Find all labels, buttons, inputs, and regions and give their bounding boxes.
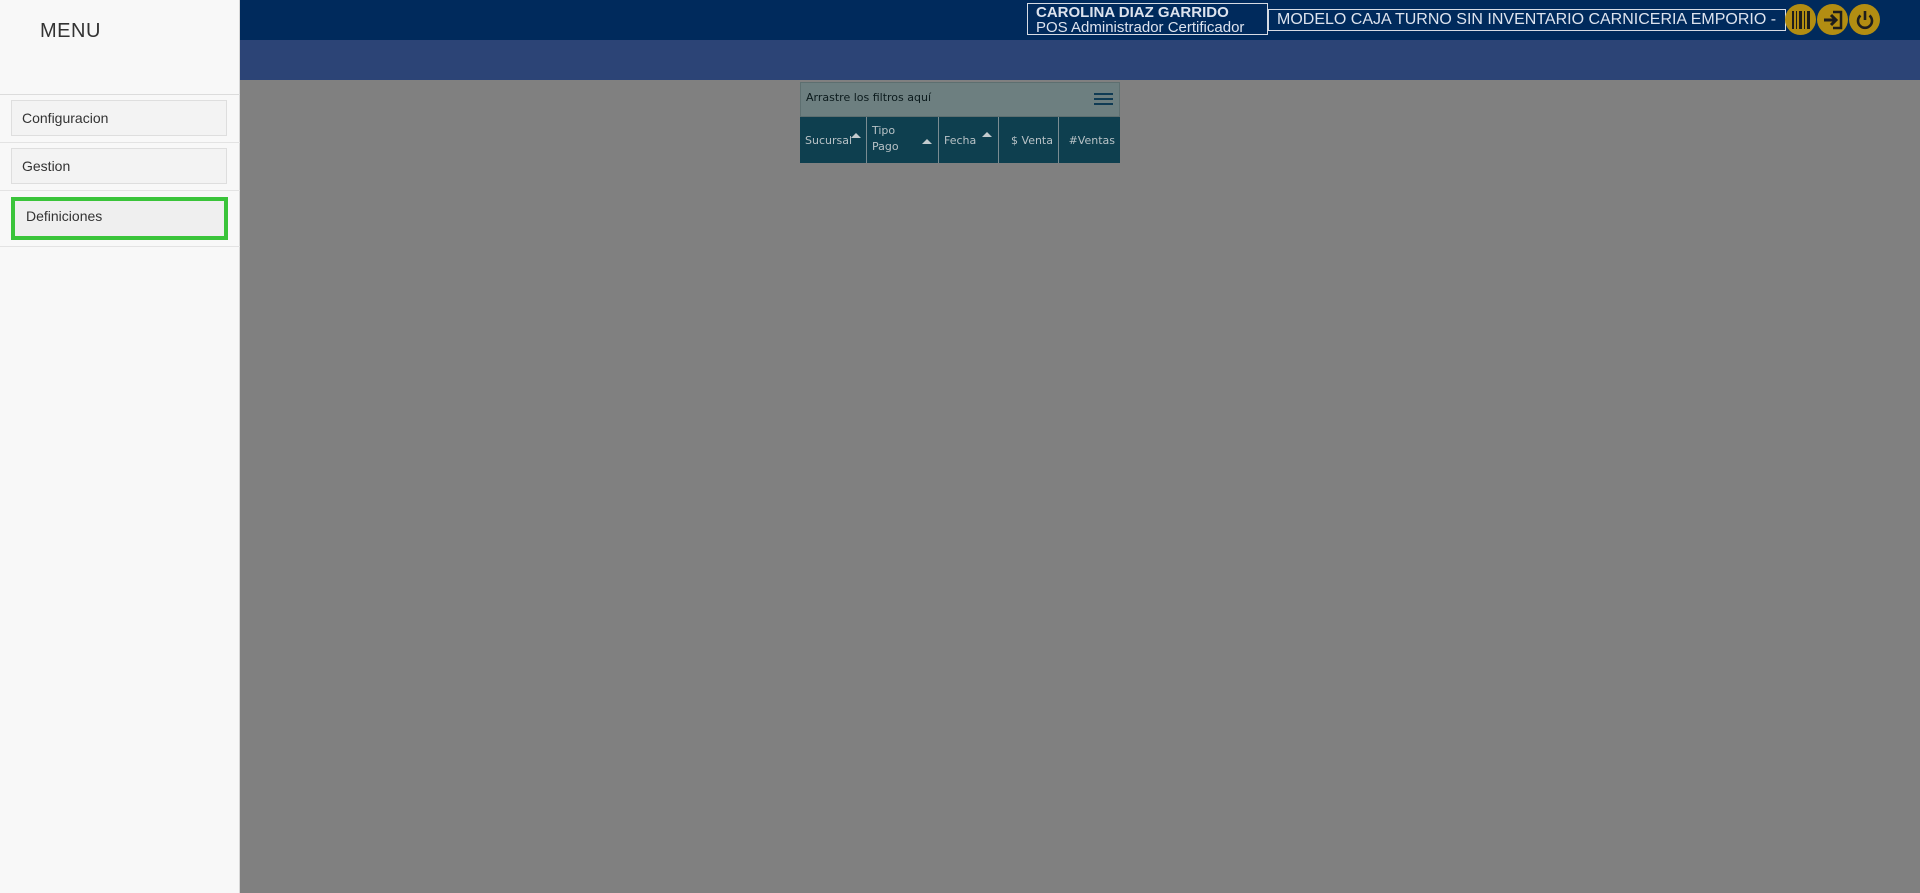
- menu-item-configuracion[interactable]: Configuracion: [11, 100, 227, 136]
- side-menu: MENU Configuracion Gestion Definiciones: [0, 0, 240, 893]
- column-label: Fecha: [944, 134, 977, 147]
- store-name: MODELO CAJA TURNO SIN INVENTARIO CARNICE…: [1268, 9, 1786, 31]
- pivot-grid: Arrastre los filtros aquí Sucursal Tipo …: [800, 82, 1120, 163]
- column-label: Sucursal: [805, 134, 853, 147]
- user-role: POS Administrador Certificador: [1036, 19, 1245, 36]
- barcode-icon[interactable]: [1785, 4, 1816, 35]
- login-icon[interactable]: [1817, 4, 1848, 35]
- filter-hint: Arrastre los filtros aquí: [806, 91, 932, 104]
- column-label: #Ventas: [1068, 134, 1115, 147]
- column-header-sucursal[interactable]: Sucursal: [800, 117, 867, 163]
- column-header-num-ventas[interactable]: #Ventas: [1059, 117, 1120, 163]
- sort-asc-icon[interactable]: [851, 133, 861, 138]
- filter-drop-zone[interactable]: Arrastre los filtros aquí: [800, 82, 1120, 117]
- pivot-header-row: Sucursal Tipo Pago Fecha $ Venta #Ventas: [800, 117, 1120, 163]
- user-name: CAROLINA DIAZ GARRIDO: [1036, 4, 1229, 21]
- menu-row: Definiciones: [0, 191, 240, 247]
- column-label: $ Venta: [1011, 134, 1053, 147]
- column-header-tipo-pago[interactable]: Tipo Pago: [867, 117, 939, 163]
- menu-list: Configuracion Gestion Definiciones: [0, 94, 240, 247]
- column-header-fecha[interactable]: Fecha: [939, 117, 999, 163]
- menu-title: MENU: [40, 20, 101, 42]
- filter-toolbar: sta 28: [0, 40, 1920, 116]
- top-header: CAROLINA DIAZ GARRIDO POS Administrador …: [0, 0, 1920, 40]
- sort-asc-icon[interactable]: [922, 139, 932, 144]
- column-header-venta[interactable]: $ Venta: [999, 117, 1059, 163]
- menu-row: Gestion: [0, 143, 240, 191]
- menu-row: Configuracion: [0, 95, 240, 143]
- menu-item-definiciones[interactable]: Definiciones: [11, 197, 228, 240]
- power-icon[interactable]: [1849, 4, 1880, 35]
- sort-asc-icon[interactable]: [982, 132, 992, 137]
- column-label: Tipo Pago: [872, 124, 899, 153]
- main-workspace: [0, 80, 1920, 893]
- menu-icon[interactable]: [1094, 93, 1113, 107]
- user-info: CAROLINA DIAZ GARRIDO POS Administrador …: [1027, 3, 1268, 35]
- menu-item-gestion[interactable]: Gestion: [11, 148, 227, 184]
